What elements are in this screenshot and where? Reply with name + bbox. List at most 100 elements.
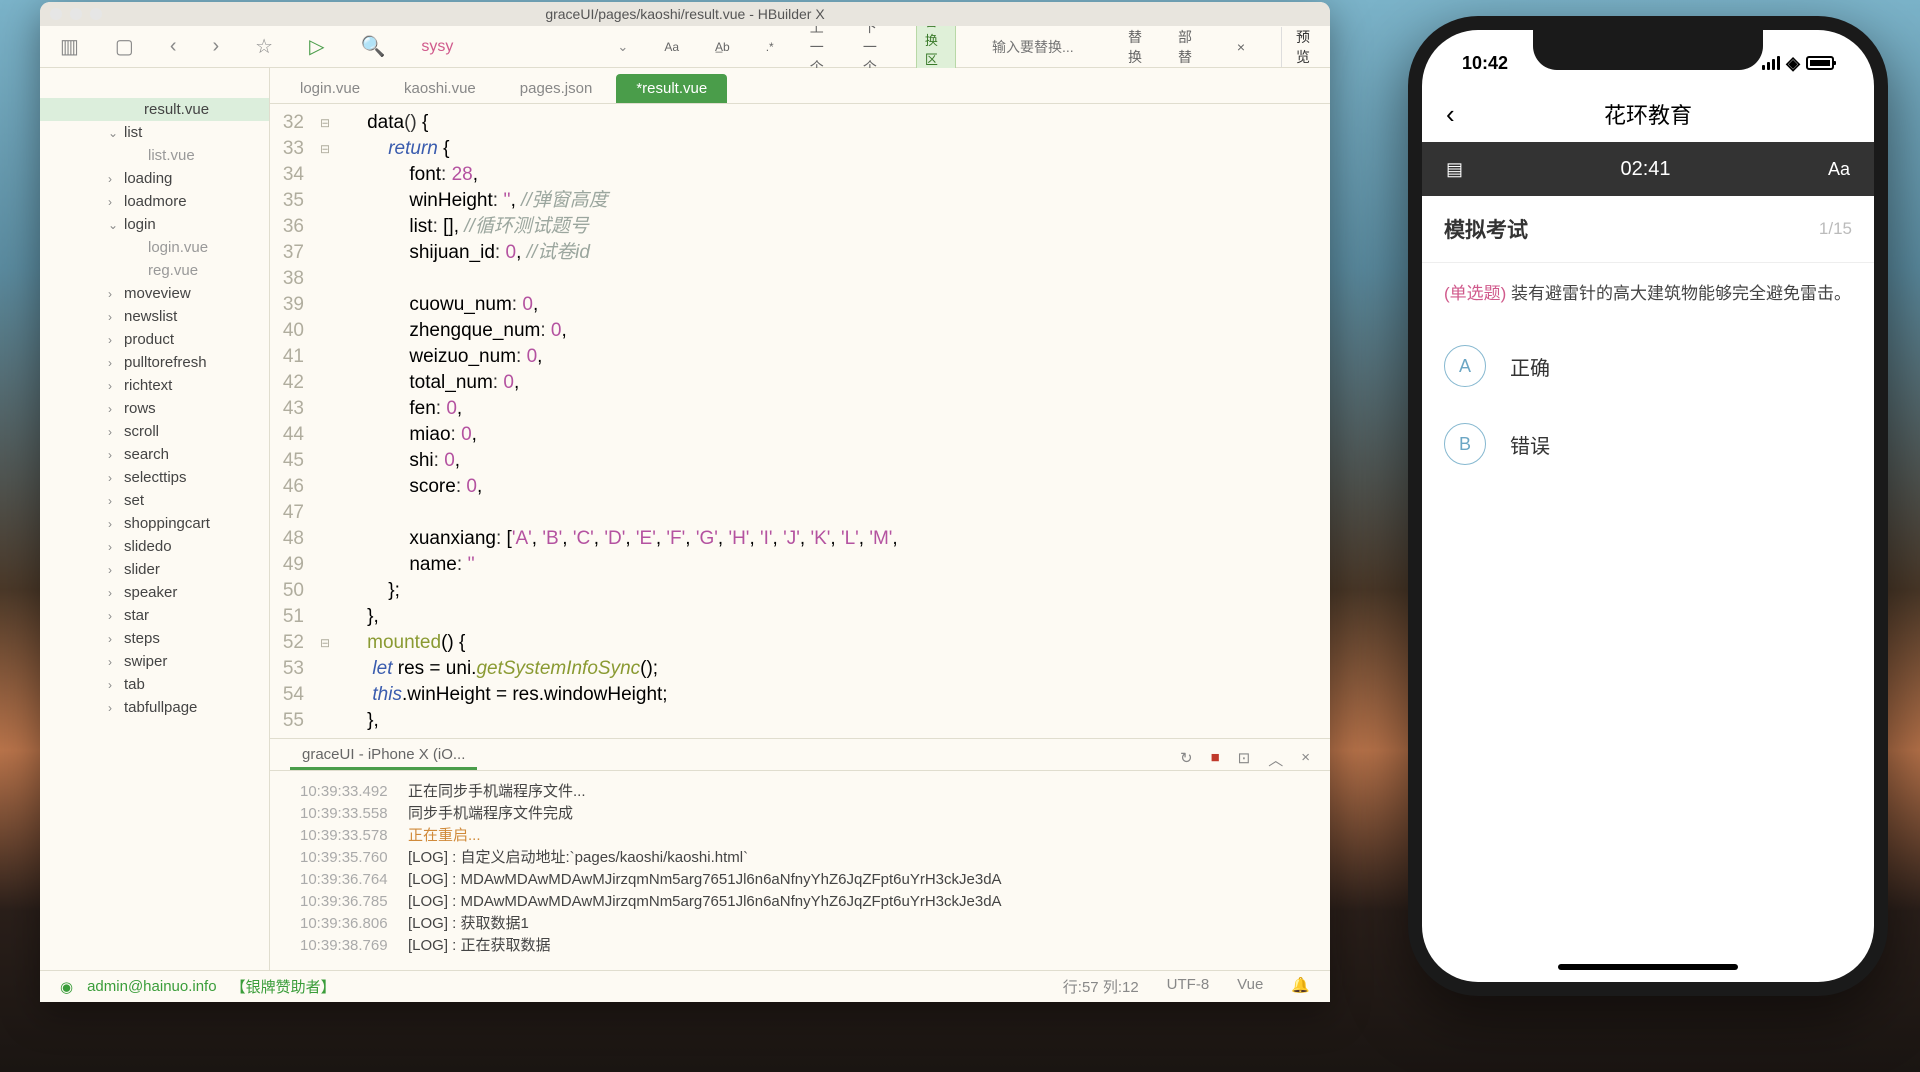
tree-item[interactable]: ›tabfullpage xyxy=(40,696,269,719)
timer: 02:41 xyxy=(1463,158,1828,181)
toolbar: ▥ ▢ ‹ › ☆ ▷ 🔍 sysy ⌄ Aa A̲b .* 上一个 下一个 替… xyxy=(40,26,1330,68)
battery-icon xyxy=(1806,56,1834,70)
exam-title: 模拟考试 xyxy=(1444,214,1528,244)
editor-tabs: login.vuekaoshi.vuepages.json*result.vue xyxy=(270,68,1330,104)
tree-item[interactable]: result.vue xyxy=(40,98,269,121)
stop-icon[interactable]: ■ xyxy=(1211,749,1220,770)
tree-item[interactable]: ›loadmore xyxy=(40,190,269,213)
iphone-device: 10:42 ◈ ‹ 花环教育 ▤ 02:41 Aa 模拟考试 1/15 (单选题… xyxy=(1408,16,1888,996)
tree-item[interactable]: ⌄list xyxy=(40,121,269,144)
nav-fwd-icon[interactable]: › xyxy=(212,35,219,58)
question-body: 装有避雷针的高大建筑物能够完全避免雷击。 xyxy=(1506,284,1851,303)
nav-back-icon[interactable]: ‹ xyxy=(170,35,177,58)
editor-tab[interactable]: *result.vue xyxy=(616,74,727,103)
home-indicator[interactable] xyxy=(1558,964,1738,970)
file-tree[interactable]: result.vue⌄listlist.vue›loading›loadmore… xyxy=(40,68,270,970)
card-icon[interactable]: ▤ xyxy=(1446,159,1463,180)
regex-icon[interactable]: .* xyxy=(766,40,774,54)
panel-icon[interactable]: ▥ xyxy=(60,34,79,59)
editor-tab[interactable]: pages.json xyxy=(500,74,613,103)
status-lang[interactable]: Vue xyxy=(1237,976,1263,997)
preview-button[interactable]: 预览 xyxy=(1281,27,1310,67)
word-icon[interactable]: A̲b xyxy=(715,40,730,54)
star-icon[interactable]: ☆ xyxy=(255,34,273,59)
run-icon[interactable]: ▷ xyxy=(309,34,324,59)
editor-tab[interactable]: login.vue xyxy=(280,74,380,103)
status-user[interactable]: admin@hainuo.info xyxy=(87,978,216,995)
tree-item[interactable]: login.vue xyxy=(40,236,269,259)
window-titlebar[interactable]: graceUI/pages/kaoshi/result.vue - HBuild… xyxy=(40,2,1330,26)
tree-item[interactable]: list.vue xyxy=(40,144,269,167)
tree-item[interactable]: ›set xyxy=(40,489,269,512)
option-badge: B xyxy=(1444,423,1486,465)
font-icon[interactable]: Aa xyxy=(1828,159,1850,180)
tree-item[interactable]: ›selecttips xyxy=(40,466,269,489)
fold-gutter[interactable]: ⊟⊟⊟⊟ xyxy=(320,104,336,738)
close-console-icon[interactable]: × xyxy=(1301,749,1310,770)
find-input[interactable]: sysy xyxy=(421,38,581,56)
case-icon[interactable]: Aa xyxy=(664,40,679,54)
exam-bar: ▤ 02:41 Aa xyxy=(1422,142,1874,196)
tree-item[interactable]: ›speaker xyxy=(40,581,269,604)
option-label: 错误 xyxy=(1510,430,1550,459)
exam-count: 1/15 xyxy=(1819,219,1852,239)
tree-item[interactable]: ›swiper xyxy=(40,650,269,673)
maximize-icon[interactable] xyxy=(90,8,102,20)
minimize-icon[interactable] xyxy=(70,8,82,20)
question-text: (单选题) 装有避雷针的高大建筑物能够完全避免雷击。 xyxy=(1422,263,1874,325)
search-icon[interactable]: 🔍 xyxy=(360,34,385,59)
tree-item[interactable]: ⌄login xyxy=(40,213,269,236)
option-label: 正确 xyxy=(1510,352,1550,381)
tree-item[interactable]: ›moveview xyxy=(40,282,269,305)
answer-option[interactable]: A 正确 xyxy=(1444,327,1852,405)
status-bar: ◉ admin@hainuo.info 【银牌赞助者】 行:57 列:12 UT… xyxy=(40,970,1330,1002)
tree-item[interactable]: ›shoppingcart xyxy=(40,512,269,535)
back-icon[interactable]: ‹ xyxy=(1446,99,1455,130)
close-icon[interactable] xyxy=(50,8,62,20)
tree-item[interactable]: ›tab xyxy=(40,673,269,696)
tree-item[interactable]: ›slidedo xyxy=(40,535,269,558)
tree-item[interactable]: ›search xyxy=(40,443,269,466)
code-editor[interactable]: 3233343536373839404142434445464748495051… xyxy=(270,104,1330,738)
bell-icon[interactable]: 🔔 xyxy=(1291,976,1310,997)
tree-item[interactable]: ›rows xyxy=(40,397,269,420)
status-encoding[interactable]: UTF-8 xyxy=(1167,976,1210,997)
code-content[interactable]: data() { return { font: 28, winHeight: '… xyxy=(336,104,1330,738)
option-list: A 正确 B 错误 xyxy=(1422,325,1874,485)
window-title: graceUI/pages/kaoshi/result.vue - HBuild… xyxy=(545,6,824,22)
tree-item[interactable]: ›slider xyxy=(40,558,269,581)
tree-item[interactable]: ›product xyxy=(40,328,269,351)
tree-item[interactable]: ›star xyxy=(40,604,269,627)
question-type: (单选题) xyxy=(1444,284,1506,303)
answer-option[interactable]: B 错误 xyxy=(1444,405,1852,483)
console-panel: graceUI - iPhone X (iO... ↻ ■ ⊡ ︿ × 10:3… xyxy=(270,738,1330,970)
save-icon[interactable]: ▢ xyxy=(115,34,134,59)
tree-item[interactable]: ›steps xyxy=(40,627,269,650)
replace-input[interactable] xyxy=(992,39,1092,55)
option-badge: A xyxy=(1444,345,1486,387)
notch xyxy=(1533,30,1763,70)
tree-item[interactable]: ›richtext xyxy=(40,374,269,397)
chevron-down-icon[interactable]: ⌄ xyxy=(617,39,628,55)
rerun-icon[interactable]: ↻ xyxy=(1180,749,1193,770)
line-gutter: 3233343536373839404142434445464748495051… xyxy=(270,104,320,738)
nav-header: ‹ 花环教育 xyxy=(1422,86,1874,142)
tree-item[interactable]: ›loading xyxy=(40,167,269,190)
clock: 10:42 xyxy=(1462,53,1508,74)
wifi-icon: ◈ xyxy=(1786,53,1800,74)
close-find-icon[interactable]: × xyxy=(1237,39,1245,55)
console-output: 10:39:33.492正在同步手机端程序文件...10:39:33.558同步… xyxy=(270,771,1330,970)
status-icons: ◈ xyxy=(1762,53,1834,74)
console-tab[interactable]: graceUI - iPhone X (iO... xyxy=(290,742,477,770)
tree-item[interactable]: ›newslist xyxy=(40,305,269,328)
collapse-icon[interactable]: ︿ xyxy=(1268,749,1283,770)
image-icon[interactable]: ⊡ xyxy=(1238,749,1251,770)
tree-item[interactable]: ›pulltorefresh xyxy=(40,351,269,374)
replace-button[interactable]: 替换 xyxy=(1128,27,1142,67)
user-icon[interactable]: ◉ xyxy=(60,978,73,996)
editor-tab[interactable]: kaoshi.vue xyxy=(384,74,496,103)
hbuilderx-window: graceUI/pages/kaoshi/result.vue - HBuild… xyxy=(40,2,1330,1002)
tree-item[interactable]: ›scroll xyxy=(40,420,269,443)
tree-item[interactable]: reg.vue xyxy=(40,259,269,282)
status-sponsor: 【银牌赞助者】 xyxy=(231,976,336,997)
